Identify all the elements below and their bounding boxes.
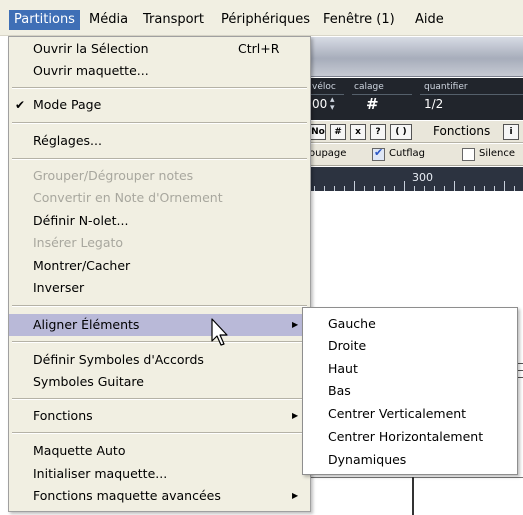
menu-partitions[interactable]: Partitions bbox=[9, 10, 80, 30]
staff-line bbox=[311, 477, 523, 478]
info-button[interactable]: i bbox=[503, 124, 519, 140]
checkmark-icon: ✔ bbox=[15, 98, 26, 112]
submenu-item-bas[interactable]: Bas bbox=[303, 380, 517, 402]
menu-item-montrer-cacher[interactable]: Montrer/Cacher bbox=[9, 256, 310, 276]
bar-line bbox=[412, 477, 414, 515]
quantifier-value[interactable]: 1/2 bbox=[424, 97, 443, 111]
btn-paren[interactable]: ( ) bbox=[390, 124, 412, 140]
menu-separator bbox=[12, 432, 307, 434]
ruler-tick bbox=[434, 186, 435, 191]
editor-toolbar: véloc 00 ▴ ▾ calage # quantifier 1/2 bbox=[300, 78, 523, 120]
menu-media[interactable]: Média bbox=[84, 10, 133, 30]
submenu-item-gauche[interactable]: Gauche bbox=[303, 313, 517, 335]
btn-question[interactable]: ? bbox=[370, 124, 386, 140]
ruler-tick bbox=[354, 181, 355, 191]
ruler-tick bbox=[444, 186, 445, 191]
cutflag-checkbox[interactable]: ✔ bbox=[372, 146, 385, 161]
quantifier-label: quantifier bbox=[424, 82, 468, 92]
ruler-tick bbox=[504, 181, 505, 191]
divider bbox=[310, 94, 344, 95]
menu-item-convertir-ornement[interactable]: Convertir en Note d'Ornement bbox=[9, 188, 310, 208]
silence-label: Silence bbox=[479, 148, 516, 159]
submenu-item-centrer-verticalement[interactable]: Centrer Verticalement bbox=[303, 403, 517, 425]
cutflag-label: Cutflag bbox=[389, 148, 426, 159]
btn-no[interactable]: No bbox=[310, 124, 326, 140]
menu-item-inverser[interactable]: Inverser bbox=[9, 278, 310, 298]
veloc-label: véloc bbox=[312, 82, 336, 92]
partitions-menu: Ouvrir la Sélection Ctrl+R Ouvrir maquet… bbox=[8, 36, 311, 512]
ruler-tick bbox=[494, 186, 495, 191]
menu-separator bbox=[12, 341, 307, 343]
ruler-mark: 300 bbox=[412, 171, 433, 184]
submenu-item-droite[interactable]: Droite bbox=[303, 335, 517, 357]
ruler-tick bbox=[464, 186, 465, 191]
options-row: oupage ✔ Cutflag Silence bbox=[300, 144, 523, 166]
silence-checkbox[interactable] bbox=[462, 148, 475, 161]
submenu-arrow-icon: ▶ bbox=[292, 320, 299, 329]
menu-item-symboles-guitare[interactable]: Symboles Guitare bbox=[9, 372, 310, 392]
ruler-tick bbox=[394, 186, 395, 191]
menu-item-mode-page[interactable]: ✔ Mode Page bbox=[9, 95, 310, 115]
calage-grid-icon[interactable]: # bbox=[366, 95, 379, 113]
menu-item-ouvrir-selection[interactable]: Ouvrir la Sélection Ctrl+R bbox=[9, 39, 310, 59]
menu-item-aligner-elements[interactable]: Aligner Éléments ▶ bbox=[9, 314, 310, 336]
ruler-tick bbox=[484, 186, 485, 191]
menubar: Partitions Média Transport Périphériques… bbox=[0, 0, 523, 36]
ruler-tick bbox=[374, 186, 375, 191]
divider bbox=[352, 94, 412, 95]
divider bbox=[420, 94, 523, 95]
menu-item-inserer-legato[interactable]: Insérer Legato bbox=[9, 233, 310, 253]
oupage-label: oupage bbox=[309, 148, 347, 159]
menu-separator bbox=[12, 87, 307, 89]
menu-fenetre[interactable]: Fenêtre (1) bbox=[318, 10, 400, 30]
menu-item-reglages[interactable]: Réglages... bbox=[9, 131, 310, 151]
submenu-arrow-icon: ▶ bbox=[292, 491, 299, 500]
ruler-tick bbox=[474, 186, 475, 191]
submenu-item-haut[interactable]: Haut bbox=[303, 358, 517, 380]
submenu-item-dynamiques[interactable]: Dynamiques bbox=[303, 449, 517, 471]
shortcut-text: Ctrl+R bbox=[238, 41, 280, 56]
menu-item-symboles-accords[interactable]: Définir Symboles d'Accords bbox=[9, 350, 310, 370]
mouse-pointer-icon bbox=[211, 318, 228, 346]
menu-item-initialiser-maquette[interactable]: Initialiser maquette... bbox=[9, 464, 310, 484]
ruler-tick bbox=[414, 186, 415, 191]
ruler-tick bbox=[314, 186, 315, 191]
menu-separator bbox=[12, 158, 307, 160]
ruler-tick bbox=[514, 186, 515, 191]
menu-item-grouper-notes[interactable]: Grouper/Dégrouper notes bbox=[9, 166, 310, 186]
menu-aide[interactable]: Aide bbox=[410, 10, 449, 30]
menu-transport[interactable]: Transport bbox=[138, 10, 209, 30]
ruler-tick bbox=[454, 181, 455, 191]
calage-label: calage bbox=[354, 82, 384, 92]
ruler-tick bbox=[404, 181, 405, 191]
submenu-item-centrer-horizontalement[interactable]: Centrer Horizontalement bbox=[303, 426, 517, 448]
menu-peripheriques[interactable]: Périphériques bbox=[216, 10, 315, 30]
menu-item-fonctions-maquette-avancees[interactable]: Fonctions maquette avancées ▶ bbox=[9, 486, 310, 506]
veloc-spinner-icon[interactable]: ▴ ▾ bbox=[330, 96, 335, 113]
menu-separator bbox=[12, 305, 307, 307]
menu-item-ouvrir-maquette[interactable]: Ouvrir maquette... bbox=[9, 61, 310, 81]
editor-titlebar bbox=[300, 37, 523, 77]
aligner-elements-submenu: Gauche Droite Haut Bas Centrer Verticale… bbox=[302, 307, 518, 475]
check-icon: ✔ bbox=[374, 146, 384, 159]
timeline-ruler[interactable]: 300 bbox=[300, 167, 523, 191]
ruler-tick bbox=[384, 186, 385, 191]
fonctions-label[interactable]: Fonctions bbox=[433, 124, 490, 138]
ruler-tick bbox=[364, 186, 365, 191]
submenu-arrow-icon: ▶ bbox=[292, 411, 299, 420]
menu-item-fonctions[interactable]: Fonctions ▶ bbox=[9, 406, 310, 426]
menu-item-definir-nolet[interactable]: Définir N-olet... bbox=[9, 211, 310, 231]
btn-sharp[interactable]: # bbox=[330, 124, 346, 140]
tool-buttons-row: No # x ? ( ) Fonctions i bbox=[300, 121, 523, 143]
menu-separator bbox=[12, 398, 307, 400]
ruler-tick bbox=[344, 186, 345, 191]
veloc-value[interactable]: 00 bbox=[312, 97, 327, 111]
menu-separator bbox=[12, 122, 307, 124]
ruler-tick bbox=[324, 186, 325, 191]
btn-x[interactable]: x bbox=[350, 124, 366, 140]
menu-item-maquette-auto[interactable]: Maquette Auto bbox=[9, 441, 310, 461]
ruler-tick bbox=[334, 186, 335, 191]
ruler-tick bbox=[424, 186, 425, 191]
